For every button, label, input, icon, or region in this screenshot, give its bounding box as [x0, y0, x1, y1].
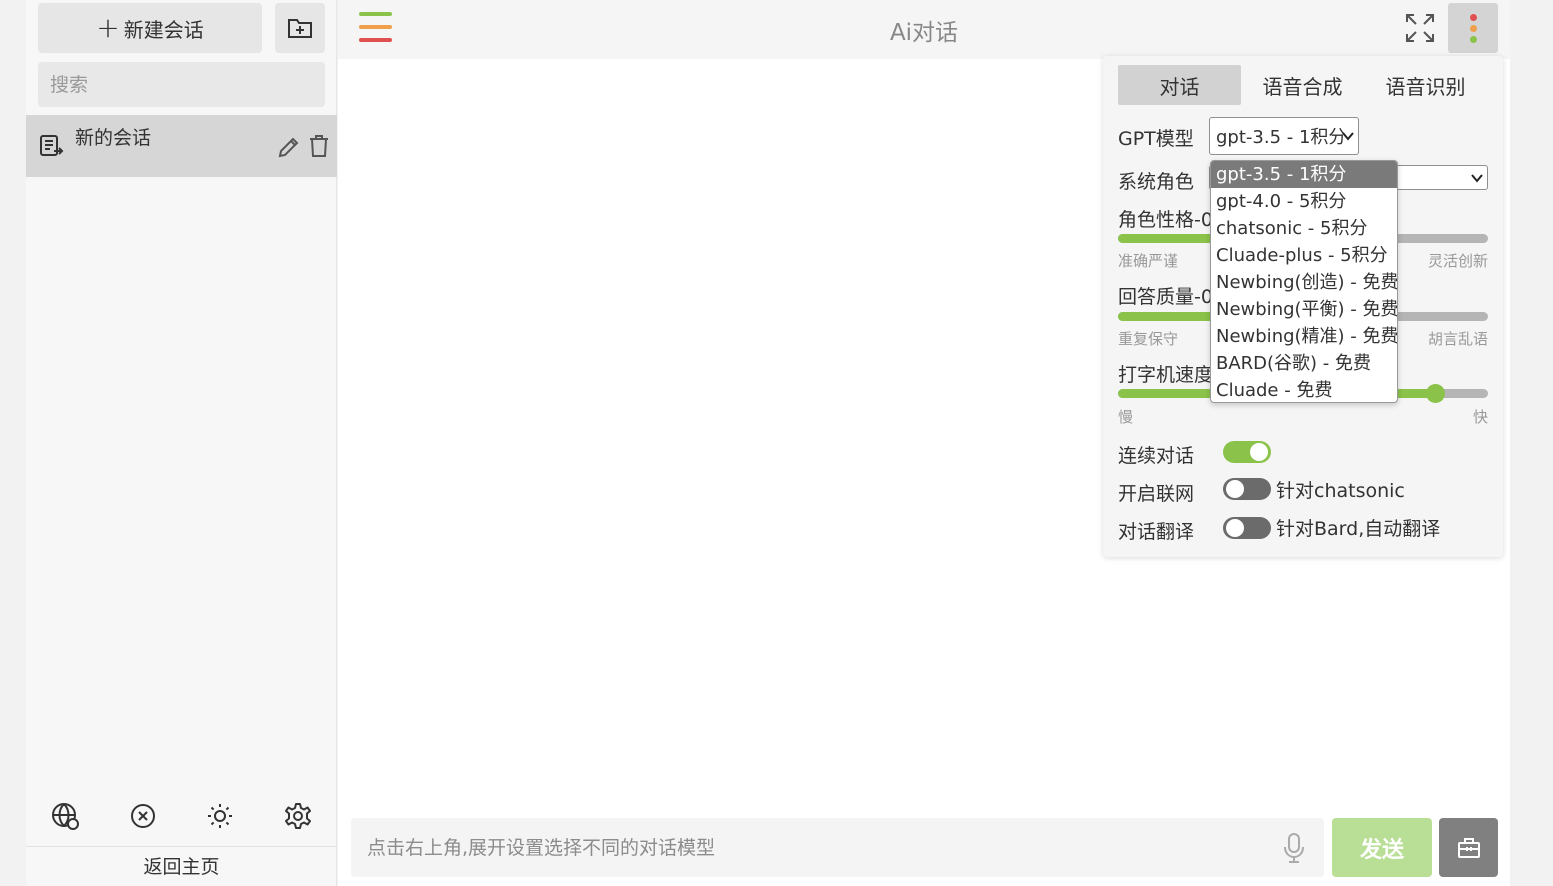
tab-tts[interactable]: 语音合成	[1241, 65, 1364, 105]
theme-button[interactable]	[182, 798, 260, 834]
toggle-knob	[1226, 480, 1244, 498]
typing-speed-label: 打字机速度	[1118, 364, 1214, 386]
translate-toggle[interactable]	[1223, 517, 1271, 539]
personality-label: 角色性格-0	[1118, 209, 1213, 231]
dot-icon	[1470, 25, 1477, 32]
globe-icon	[51, 803, 79, 830]
model-option[interactable]: Newbing(创造) - 免费	[1211, 269, 1397, 296]
quality-min: 重复保守	[1118, 330, 1179, 348]
plus-icon: +	[96, 11, 120, 44]
settings-tabs: 对话 语音合成 语音识别	[1118, 65, 1487, 105]
chevron-down-icon	[1471, 174, 1483, 183]
gpt-model-select[interactable]: gpt-3.5 - 1积分	[1209, 117, 1359, 155]
microphone-icon[interactable]	[1283, 833, 1305, 863]
translate-label: 对话翻译	[1118, 521, 1195, 543]
send-button[interactable]: 发送	[1332, 818, 1432, 877]
settings-button[interactable]	[259, 798, 337, 834]
internet-toggle[interactable]	[1223, 478, 1271, 500]
tab-chat[interactable]: 对话	[1118, 65, 1241, 105]
tab-asr[interactable]: 语音识别	[1364, 65, 1487, 105]
model-option[interactable]: gpt-3.5 - 1积分	[1211, 161, 1397, 188]
typing-speed-min: 慢	[1118, 408, 1134, 426]
new-chat-label: 新建会话	[123, 17, 204, 42]
main-area: Ai对话 对话 语音合成 语音识别 GPT模型 gpt-3.5 - 1积分 系统…	[338, 0, 1510, 886]
toggle-knob	[1250, 443, 1268, 461]
edit-icon[interactable]	[277, 135, 301, 159]
dot-icon	[1470, 36, 1477, 43]
folder-add-icon	[288, 19, 312, 38]
sun-icon	[208, 804, 233, 828]
trash-icon[interactable]	[308, 134, 330, 158]
toolbox-button[interactable]	[1439, 818, 1498, 877]
internet-note: 针对chatsonic	[1276, 480, 1405, 502]
model-option[interactable]: gpt-4.0 - 5积分	[1211, 188, 1397, 215]
conversation-title: 新的会话	[75, 127, 152, 149]
toggle-knob	[1226, 519, 1244, 537]
quality-label: 回答质量-0	[1118, 286, 1213, 308]
dot-icon	[1470, 14, 1477, 21]
model-option[interactable]: BARD(谷歌) - 免费	[1211, 350, 1397, 377]
more-options-button[interactable]	[1448, 3, 1498, 53]
model-dropdown-list: gpt-3.5 - 1积分 gpt-4.0 - 5积分 chatsonic - 5积…	[1210, 160, 1398, 403]
close-circle-icon	[130, 804, 155, 828]
page-title: Ai对话	[889, 20, 959, 46]
personality-max: 灵活创新	[1427, 252, 1488, 270]
back-home-link[interactable]: 返回主页	[26, 852, 337, 879]
model-option[interactable]: Cluade-plus - 5积分	[1211, 242, 1397, 269]
search-input[interactable]	[38, 62, 325, 107]
gpt-model-label: GPT模型	[1118, 128, 1194, 150]
sidebar-toolbar	[26, 798, 337, 834]
internet-label: 开启联网	[1118, 483, 1195, 505]
typing-speed-max: 快	[1472, 408, 1488, 426]
model-option[interactable]: chatsonic - 5积分	[1211, 215, 1397, 242]
divider	[26, 846, 337, 847]
gear-icon	[285, 803, 312, 829]
top-bar: Ai对话	[338, 0, 1510, 59]
model-option[interactable]: Newbing(平衡) - 免费	[1211, 296, 1397, 323]
chat-icon	[40, 135, 64, 156]
slider-thumb[interactable]	[1426, 384, 1446, 403]
system-role-label: 系统角色	[1118, 171, 1195, 193]
fullscreen-icon[interactable]	[1404, 12, 1436, 44]
chevron-down-icon	[1342, 132, 1354, 141]
gpt-model-value: gpt-3.5 - 1积分	[1216, 127, 1347, 148]
conversation-item[interactable]: 新的会话	[26, 115, 337, 177]
sidebar: + 新建会话 新的会话	[26, 0, 337, 886]
new-folder-button[interactable]	[275, 3, 325, 53]
model-option[interactable]: Newbing(精准) - 免费	[1211, 323, 1397, 350]
translate-note: 针对Bard,自动翻译	[1276, 518, 1441, 540]
continuous-chat-toggle[interactable]	[1223, 441, 1271, 463]
personality-min: 准确严谨	[1118, 252, 1179, 270]
quality-max: 胡言乱语	[1427, 330, 1488, 348]
clear-button[interactable]	[104, 798, 182, 834]
new-chat-button[interactable]: + 新建会话	[38, 3, 262, 53]
message-input[interactable]	[351, 818, 1324, 877]
toolbox-icon	[1457, 837, 1480, 858]
language-button[interactable]	[26, 798, 104, 834]
model-option[interactable]: Cluade - 免费	[1211, 377, 1397, 402]
continuous-chat-label: 连续对话	[1118, 445, 1195, 467]
